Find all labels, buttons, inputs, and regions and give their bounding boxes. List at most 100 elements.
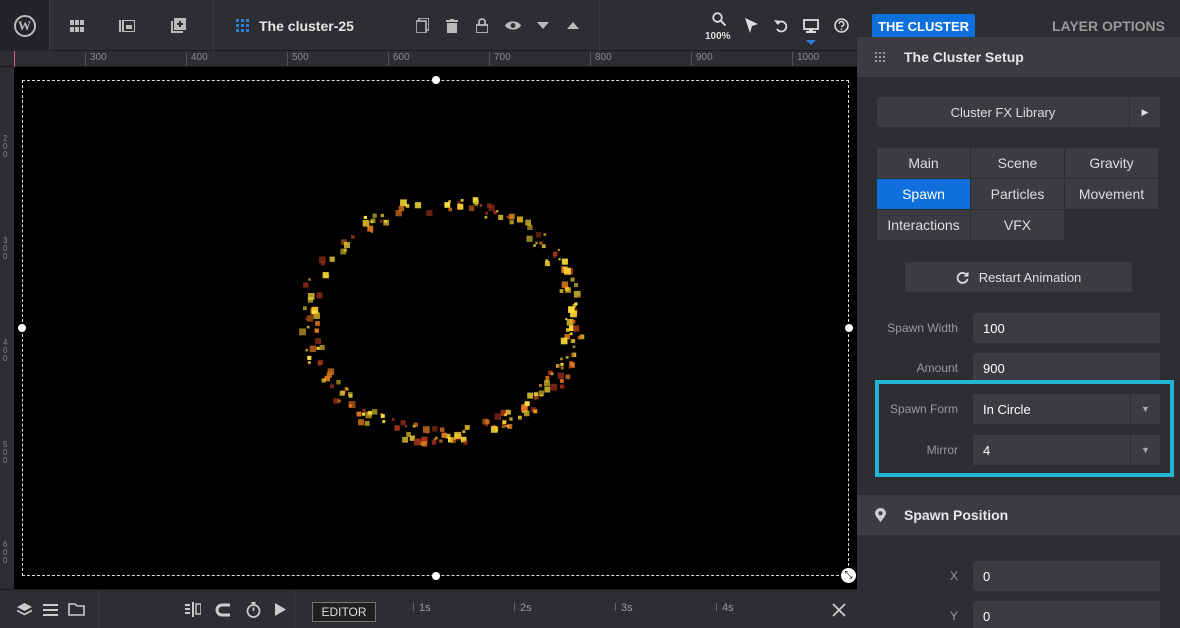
folder-button[interactable] <box>66 590 86 628</box>
spawn-width-input[interactable]: 100 <box>973 313 1160 343</box>
arrow-up-icon <box>567 22 579 29</box>
cluster-fx-library-button[interactable]: Cluster FX Library ▶ <box>877 97 1160 127</box>
section-title: Spawn Position <box>904 507 1009 523</box>
ruler-label: 300 <box>3 236 8 261</box>
ruler-label: 400 <box>3 338 8 363</box>
amount-input[interactable]: 900 <box>973 353 1160 383</box>
field-label: Amount <box>916 361 958 375</box>
desktop-icon <box>803 18 819 33</box>
tab-layer-options[interactable]: LAYER OPTIONS <box>1052 14 1165 38</box>
ruler-label: 900 <box>696 52 713 63</box>
ruler-label: 500 <box>3 440 8 465</box>
timer-button[interactable] <box>242 590 264 628</box>
menu-icon <box>42 603 58 616</box>
editor-mode-button[interactable]: EDITOR <box>312 602 376 622</box>
subtab-spawn[interactable]: Spawn <box>877 179 970 209</box>
close-timeline-button[interactable] <box>829 590 849 628</box>
stopwatch-icon <box>246 601 260 618</box>
help-button[interactable] <box>830 0 852 51</box>
ruler-label: 500 <box>292 52 309 63</box>
timeline-mark: 1s <box>419 602 431 614</box>
ruler-label: 400 <box>191 52 208 63</box>
slide-title: The cluster-25 <box>259 17 354 34</box>
grid-button[interactable] <box>62 0 92 51</box>
copy-icon <box>415 18 429 33</box>
play-icon <box>274 603 286 616</box>
play-button[interactable] <box>270 590 290 628</box>
resize-corner-icon[interactable]: ⤡ <box>841 568 856 583</box>
field-label: Spawn Width <box>887 321 958 335</box>
restart-animation-button[interactable]: Restart Animation <box>905 262 1132 292</box>
ruler-label: 300 <box>90 52 107 63</box>
subtab-particles[interactable]: Particles <box>971 179 1064 209</box>
move-up-button[interactable] <box>563 0 583 51</box>
horizontal-ruler: 300 400 500 600 700 800 900 1000 <box>0 51 857 67</box>
delete-button[interactable] <box>441 0 463 51</box>
magnet-icon <box>215 603 230 616</box>
subtab-interactions[interactable]: Interactions <box>877 210 970 240</box>
position-y-row: Y 0 <box>857 601 1180 628</box>
tab-the-cluster[interactable]: THE CLUSTER <box>872 14 975 38</box>
layers-grid-icon <box>236 19 249 32</box>
slide-title-group[interactable]: The cluster-25 <box>236 0 354 51</box>
wordpress-logo-button[interactable]: W <box>0 0 50 51</box>
layers-button[interactable] <box>14 590 34 628</box>
add-slide-button[interactable] <box>163 0 193 51</box>
subtab-movement[interactable]: Movement <box>1065 179 1158 209</box>
undo-icon <box>774 19 788 32</box>
split-button[interactable] <box>183 590 203 628</box>
folder-icon <box>67 603 85 616</box>
restart-label: Restart Animation <box>978 269 1082 285</box>
trash-icon <box>446 18 458 33</box>
ruler-label: 200 <box>3 134 8 159</box>
resize-handle-left[interactable] <box>18 324 26 332</box>
select-tool-button[interactable] <box>740 0 762 51</box>
ruler-origin-marker <box>14 51 15 67</box>
section-title: The Cluster Setup <box>904 49 1024 65</box>
eye-icon <box>505 21 521 30</box>
resize-handle-top[interactable] <box>432 76 440 84</box>
media-button[interactable] <box>112 0 142 51</box>
ruler-label: 700 <box>494 52 511 63</box>
slide-canvas[interactable]: ⤡ <box>14 67 857 589</box>
cluster-subtabs: Main Scene Gravity Spawn Particles Movem… <box>877 148 1159 240</box>
search-icon <box>712 12 726 26</box>
highlight-box <box>875 380 1174 477</box>
resize-handle-right[interactable] <box>845 324 853 332</box>
position-x-row: X 0 <box>857 561 1180 591</box>
toolbar-divider <box>213 0 214 51</box>
grid-icon <box>70 19 84 32</box>
move-down-button[interactable] <box>533 0 553 51</box>
active-device-marker <box>806 40 816 45</box>
wordpress-icon: W <box>13 14 36 37</box>
undo-button[interactable] <box>770 0 792 51</box>
lock-icon <box>476 18 488 33</box>
position-y-input[interactable]: 0 <box>973 601 1160 628</box>
visibility-button[interactable] <box>501 0 525 51</box>
magnet-button[interactable] <box>212 590 232 628</box>
timeline-mark: 4s <box>722 602 734 614</box>
position-x-input[interactable]: 0 <box>973 561 1160 591</box>
menu-button[interactable] <box>40 590 60 628</box>
vertical-ruler: 200 300 400 500 600 <box>0 67 14 589</box>
spawn-width-row: Spawn Width 100 <box>857 313 1180 343</box>
settings-panel: THE CLUSTER LAYER OPTIONS The Cluster Se… <box>857 0 1180 628</box>
timeline-bar: EDITOR 1s 2s 3s 4s <box>0 589 857 628</box>
cluster-setup-header[interactable]: The Cluster Setup <box>857 37 1180 77</box>
fx-library-label: Cluster FX Library <box>877 97 1130 127</box>
lock-button[interactable] <box>471 0 493 51</box>
timeline-mark: 3s <box>621 602 633 614</box>
toolbar-divider <box>294 590 295 628</box>
resize-handle-bottom[interactable] <box>432 572 440 580</box>
subtab-scene[interactable]: Scene <box>971 148 1064 178</box>
timeline-mark: 2s <box>520 602 532 614</box>
field-label: X <box>949 569 958 583</box>
grid-dots-icon <box>857 51 904 63</box>
subtab-vfx[interactable]: VFX <box>971 210 1064 240</box>
subtab-main[interactable]: Main <box>877 148 970 178</box>
subtab-gravity[interactable]: Gravity <box>1065 148 1158 178</box>
toolbar-divider <box>98 590 99 628</box>
copy-button[interactable] <box>411 0 433 51</box>
spawn-position-header[interactable]: Spawn Position <box>857 495 1180 535</box>
layer-selection-box[interactable]: ⤡ <box>18 76 856 583</box>
